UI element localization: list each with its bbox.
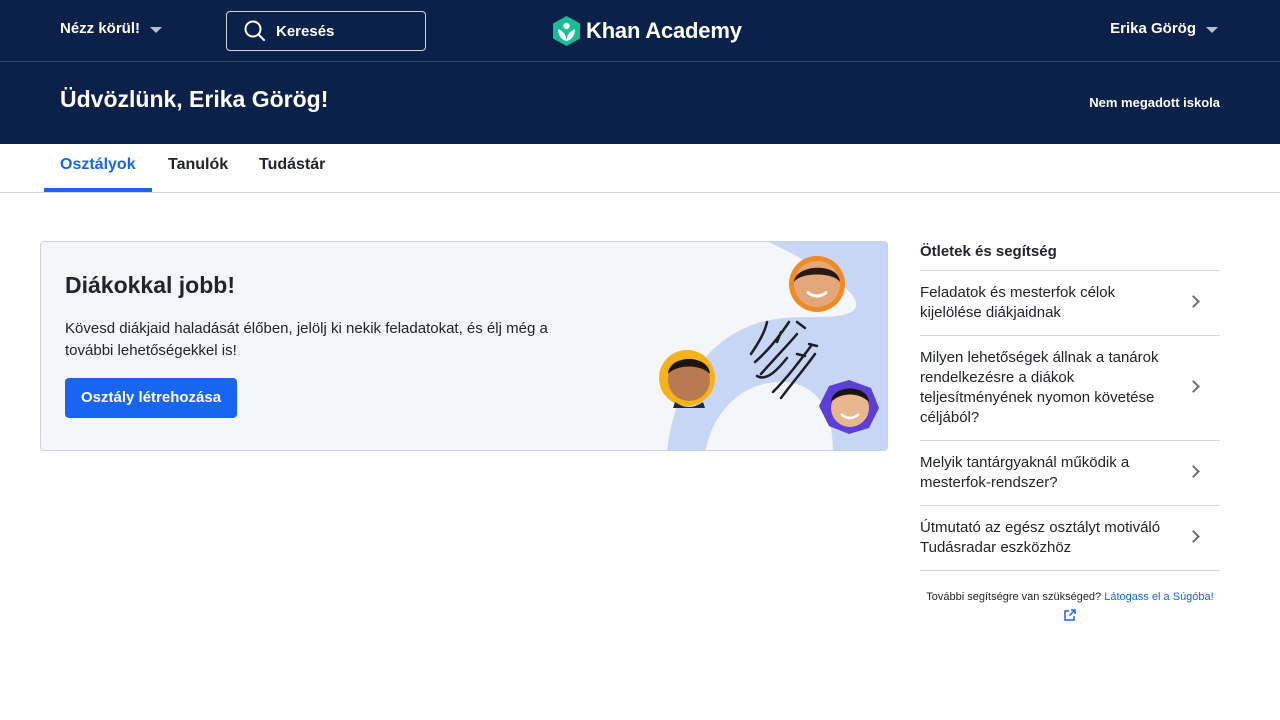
- card-title: Diákokkal jobb!: [65, 272, 235, 298]
- page-title: Üdvözlünk, Erika Görög!: [60, 86, 329, 112]
- help-link-progress-tracking[interactable]: Milyen lehetőségek állnak a tanárok rend…: [920, 336, 1220, 441]
- chevron-down-icon: [1206, 26, 1218, 33]
- students-illustration: [659, 242, 887, 450]
- help-footer-text: További segítségre van szükséged?: [926, 591, 1102, 603]
- explore-menu[interactable]: Nézz körül!: [60, 20, 163, 37]
- help-center-link[interactable]: Látogass el a Súgóba!: [1104, 591, 1213, 603]
- search-icon: [244, 20, 265, 41]
- help-link-class-radar[interactable]: Útmutató az egész osztályt motiváló Tudá…: [920, 506, 1220, 571]
- chevron-right-icon: [1187, 530, 1200, 543]
- active-tab-indicator: [44, 188, 152, 192]
- tab-resources[interactable]: Tudástár: [259, 156, 325, 174]
- help-link-assignments[interactable]: Feladatok és mesterfok célok kijelölése …: [920, 271, 1220, 336]
- tab-bar: Osztályok Tanulók Tudástár: [0, 144, 1280, 193]
- create-class-button[interactable]: Osztály létrehozása: [65, 378, 238, 418]
- search-placeholder: Keresés: [276, 22, 335, 40]
- user-menu[interactable]: Erika Görög: [1110, 20, 1218, 37]
- tab-students[interactable]: Tanulók: [168, 156, 228, 174]
- welcome-header: Üdvözlünk, Erika Görög! Nem megadott isk…: [0, 61, 1280, 144]
- help-link-label: Feladatok és mesterfok célok kijelölése …: [920, 284, 1116, 321]
- search-input[interactable]: Keresés: [226, 11, 426, 51]
- help-link-mastery-subjects[interactable]: Melyik tantárgyaknál működik a mesterfok…: [920, 441, 1220, 506]
- user-name: Erika Görög: [1110, 20, 1196, 37]
- external-link-icon[interactable]: [1063, 608, 1077, 622]
- create-class-card: Diákokkal jobb! Kövesd diákjaid haladásá…: [40, 241, 888, 451]
- chevron-right-icon: [1187, 295, 1200, 308]
- school-label[interactable]: Nem megadott iskola: [1089, 95, 1220, 110]
- khan-academy-logo[interactable]: Khan Academy: [553, 16, 742, 46]
- top-navigation: Nézz körül! Keresés Khan Academy Erika G…: [0, 0, 1280, 61]
- help-link-label: Melyik tantárgyaknál működik a mesterfok…: [920, 454, 1130, 491]
- sidebar-title: Ötletek és segítség: [920, 241, 1220, 271]
- help-link-label: Milyen lehetőségek állnak a tanárok rend…: [920, 349, 1159, 426]
- card-description: Kövesd diákjaid haladását élőben, jelölj…: [65, 320, 548, 359]
- chevron-down-icon: [150, 26, 163, 33]
- chevron-right-icon: [1187, 380, 1200, 393]
- khan-leaf-icon: [553, 16, 580, 46]
- help-footer: További segítségre van szükséged? Látoga…: [920, 589, 1220, 622]
- help-sidebar: Ötletek és segítség Feladatok és mesterf…: [920, 241, 1220, 622]
- logo-text: Khan Academy: [586, 18, 742, 43]
- tab-classes[interactable]: Osztályok: [60, 156, 136, 174]
- help-link-label: Útmutató az egész osztályt motiváló Tudá…: [920, 519, 1161, 556]
- chevron-right-icon: [1187, 465, 1200, 478]
- explore-label: Nézz körül!: [60, 20, 141, 37]
